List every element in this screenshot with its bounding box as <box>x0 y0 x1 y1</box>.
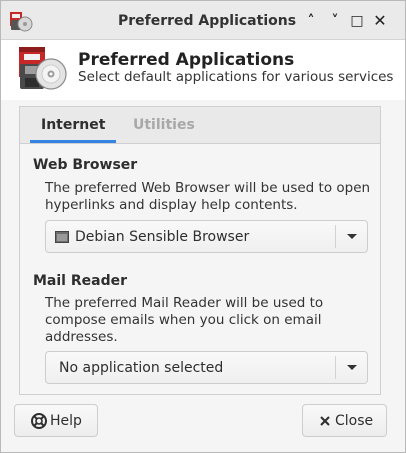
combo-separator <box>335 225 336 248</box>
browser-window-icon <box>55 231 69 243</box>
help-button[interactable]: Help <box>14 404 98 437</box>
mail-reader-combo[interactable]: No application selected <box>45 351 368 384</box>
header-subtitle: Select default applications for various … <box>78 69 394 85</box>
window-title: Preferred Applications <box>117 13 297 29</box>
web-browser-title: Web Browser <box>33 157 138 173</box>
web-browser-combo[interactable]: Debian Sensible Browser <box>45 220 368 253</box>
help-label: Help <box>50 413 82 429</box>
mail-reader-selected: No application selected <box>59 360 224 376</box>
shade-up-button[interactable]: ˄ <box>302 12 320 30</box>
close-x-icon <box>320 416 330 426</box>
preferred-applications-window: Preferred Applications ˄ ˅ □ ✕ Preferred… <box>0 0 406 453</box>
close-window-button[interactable]: ✕ <box>371 12 389 30</box>
mail-reader-description: The preferred Mail Reader will be used t… <box>45 295 324 345</box>
web-browser-description: The preferred Web Browser will be used t… <box>45 180 371 213</box>
dialog-header: Preferred Applications Select default ap… <box>1 40 405 100</box>
mail-reader-title: Mail Reader <box>33 273 127 289</box>
close-button[interactable]: Close <box>302 404 387 437</box>
web-browser-selected: Debian Sensible Browser <box>75 229 250 245</box>
header-title: Preferred Applications <box>78 50 295 70</box>
notebook: Internet Utilities Web Browser The prefe… <box>19 106 381 395</box>
chevron-down-icon <box>347 234 357 239</box>
chevron-down-icon <box>347 365 357 370</box>
lifebuoy-icon <box>31 413 47 429</box>
combo-separator <box>335 356 336 379</box>
maximize-button[interactable]: □ <box>348 12 366 30</box>
close-label: Close <box>335 413 374 429</box>
tab-bar: Internet Utilities <box>20 107 380 144</box>
title-bar[interactable]: Preferred Applications ˄ ˅ □ ✕ <box>1 1 405 40</box>
tab-internet[interactable]: Internet <box>30 107 117 143</box>
shade-down-button[interactable]: ˅ <box>326 12 344 30</box>
tab-utilities[interactable]: Utilities <box>122 107 206 143</box>
preferred-applications-icon <box>19 47 67 90</box>
